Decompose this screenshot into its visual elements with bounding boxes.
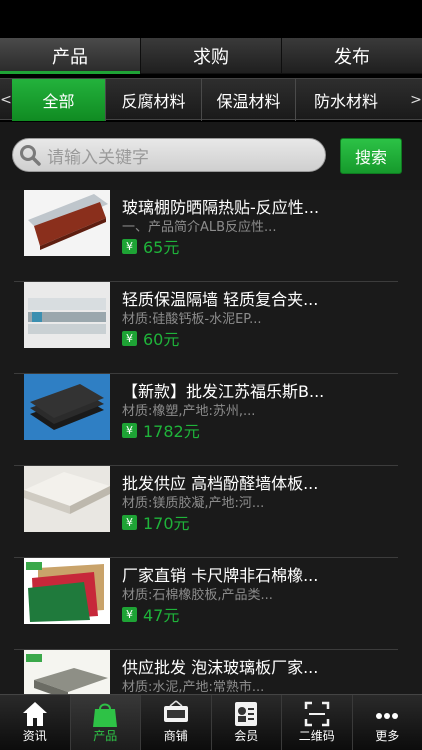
product-title: 【新款】批发江苏福乐斯B... (122, 382, 325, 401)
product-list: 玻璃棚防晒隔热贴-反应性... 一、产品简介ALB反应性... ¥ 65元 轻质… (0, 190, 422, 694)
product-item[interactable]: 【新款】批发江苏福乐斯B... 材质:橡塑,产地:苏州,... ¥ 1782元 (0, 374, 422, 466)
search-icon (13, 138, 47, 172)
search-area: 请输入关键字 搜索 (0, 122, 422, 190)
product-price: ¥ 65元 (122, 234, 179, 258)
currency-icon: ¥ (122, 238, 137, 254)
product-image (24, 650, 110, 694)
search-button[interactable]: 搜索 (340, 138, 402, 174)
product-price: ¥ 170元 (122, 510, 190, 534)
nav-more[interactable]: 更多 (353, 695, 422, 750)
product-price-value: 170元 (143, 514, 190, 533)
currency-icon: ¥ (122, 330, 137, 346)
product-image (24, 558, 110, 624)
home-icon (21, 700, 49, 728)
category-anticorrosion[interactable]: 反腐材料 (106, 79, 202, 121)
product-price: ¥ 47元 (122, 602, 179, 626)
search-input[interactable]: 请输入关键字 (12, 138, 326, 172)
nav-label: 更多 (375, 729, 400, 743)
product-title: 轻质保温隔墙 轻质复合夹... (122, 290, 319, 309)
nav-label: 二维码 (298, 729, 335, 743)
product-title: 玻璃棚防晒隔热贴-反应性... (122, 198, 320, 217)
product-description: 材质:石棉橡胶板,产品类... (122, 588, 273, 603)
product-item[interactable]: 批发供应 高档酚醛墙体板... 材质:镁质胶凝,产地:河... ¥ 170元 (0, 466, 422, 558)
category-scroll-right-icon[interactable]: > (410, 79, 422, 121)
nav-shops[interactable]: 商铺 (141, 695, 212, 750)
category-scroll-left-icon[interactable]: < (0, 79, 12, 121)
nav-members[interactable]: 会员 (212, 695, 282, 750)
product-title: 供应批发 泡沫玻璃板厂家... (122, 658, 319, 677)
currency-icon: ¥ (122, 606, 137, 622)
product-price-value: 47元 (143, 606, 180, 625)
product-price: ¥ 1782元 (122, 418, 200, 442)
search-placeholder: 请输入关键字 (47, 147, 149, 168)
nav-news[interactable]: 资讯 (0, 695, 71, 750)
tab-products[interactable]: 产品 (0, 38, 141, 74)
product-price-value: 60元 (143, 330, 180, 349)
category-bar: < 全部 反腐材料 保温材料 防水材料 > (0, 78, 422, 121)
product-image (24, 190, 110, 256)
nav-label: 会员 (234, 729, 259, 743)
nav-qrcode[interactable]: 二维码 (282, 695, 353, 750)
product-description: 材质:水泥,产地:常熟市... (122, 680, 265, 694)
product-price: ¥ 60元 (122, 326, 179, 350)
category-waterproof[interactable]: 防水材料 (296, 79, 396, 121)
member-card-icon (232, 700, 260, 728)
status-bar (0, 0, 422, 38)
product-price-value: 65元 (143, 238, 180, 257)
product-image (24, 466, 110, 532)
qr-scan-icon (303, 700, 331, 728)
product-price-value: 1782元 (143, 422, 200, 441)
product-item[interactable]: 厂家直销 卡尺牌非石棉橡... 材质:石棉橡胶板,产品类... ¥ 47元 (0, 558, 422, 650)
product-item[interactable]: 供应批发 泡沫玻璃板厂家... 材质:水泥,产地:常熟市... (0, 650, 422, 694)
product-item[interactable]: 轻质保温隔墙 轻质复合夹... 材质:硅酸钙板-水泥EP... ¥ 60元 (0, 282, 422, 374)
tab-purchase-requests[interactable]: 求购 (141, 38, 282, 73)
product-title: 批发供应 高档酚醛墙体板... (122, 474, 319, 493)
currency-icon: ¥ (122, 422, 137, 438)
category-list: 全部 反腐材料 保温材料 防水材料 (12, 79, 410, 121)
product-description: 材质:橡塑,产地:苏州,... (122, 404, 256, 419)
nav-label: 商铺 (163, 729, 188, 743)
bottom-navigation: 资讯 产品 商铺 会员 二维码 更多 (0, 694, 422, 750)
category-all[interactable]: 全部 (12, 79, 106, 121)
more-dots-icon (373, 700, 401, 728)
product-image (24, 282, 110, 348)
open-sign-icon (162, 700, 190, 728)
category-insulation[interactable]: 保温材料 (202, 79, 296, 121)
tab-publish[interactable]: 发布 (282, 38, 422, 73)
nav-products[interactable]: 产品 (70, 695, 141, 750)
product-item[interactable]: 玻璃棚防晒隔热贴-反应性... 一、产品简介ALB反应性... ¥ 65元 (0, 190, 422, 282)
product-title: 厂家直销 卡尺牌非石棉橡... (122, 566, 319, 585)
shopping-bag-icon (91, 700, 119, 728)
product-description: 材质:镁质胶凝,产地:河... (122, 496, 265, 511)
top-tab-bar: 产品 求购 发布 (0, 38, 422, 74)
product-description: 一、产品简介ALB反应性... (122, 220, 277, 235)
product-image (24, 374, 110, 440)
currency-icon: ¥ (122, 514, 137, 530)
nav-label: 资讯 (22, 729, 47, 743)
product-description: 材质:硅酸钙板-水泥EP... (122, 312, 262, 327)
nav-label: 产品 (93, 729, 118, 743)
